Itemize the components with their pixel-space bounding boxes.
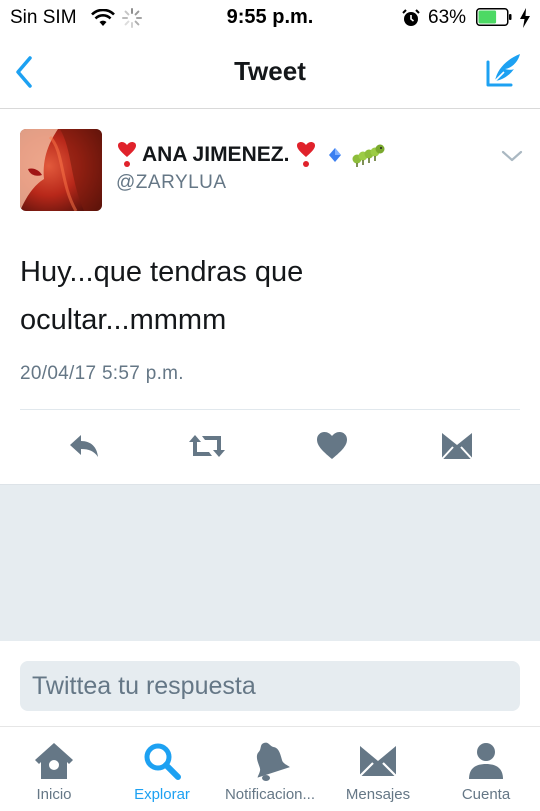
tab-messages[interactable]: Mensajes: [324, 727, 432, 811]
reply-bar: [0, 641, 540, 726]
tab-label: Cuenta: [461, 786, 511, 803]
tab-explore[interactable]: Explorar: [108, 727, 216, 811]
charging-bolt-icon: [520, 8, 530, 28]
envelope-icon: [359, 746, 397, 777]
retweet-button[interactable]: [187, 428, 227, 464]
tweet-options-button[interactable]: [499, 146, 525, 166]
direct-message-button[interactable]: [437, 428, 477, 464]
battery-percent: 63%: [428, 7, 467, 28]
tweet-timestamp: 20/04/17 5:57 p.m.: [20, 363, 184, 384]
chevron-down-icon: [501, 150, 523, 162]
envelope-icon: [441, 433, 473, 460]
profile-photo: [20, 129, 102, 211]
tweet-text-line: Huy...que tendras que: [20, 256, 304, 288]
tab-account[interactable]: Cuenta: [432, 727, 540, 811]
tab-label: Mensajes: [345, 786, 411, 803]
tab-label: Notificacion...: [224, 786, 316, 803]
compose-tweet-button[interactable]: [484, 50, 524, 90]
bell-icon: [256, 742, 290, 781]
reply-icon: [70, 435, 98, 457]
reply-input[interactable]: [20, 661, 520, 711]
status-bar: Sin SIM 9:55 p.m. 63%: [0, 0, 540, 36]
empty-replies-area: [0, 484, 540, 642]
author-display-name[interactable]: ANA JIMENEZ.: [116, 140, 385, 170]
tweet-text: Huy...que tendras que ocultar...mmmm: [20, 248, 520, 344]
alarm-icon: [402, 9, 420, 26]
retweet-icon: [189, 435, 225, 457]
tweet-text-line: ocultar...mmmm: [20, 304, 227, 336]
tab-home[interactable]: Inicio: [0, 727, 108, 811]
tab-label: Explorar: [134, 786, 190, 803]
avatar[interactable]: [20, 129, 102, 211]
person-icon: [469, 743, 503, 779]
search-icon: [144, 743, 181, 780]
reply-button[interactable]: [64, 428, 104, 464]
author-handle[interactable]: @ZARYLUA: [116, 172, 227, 194]
blue-diamond-emoji-icon: [329, 148, 342, 162]
heart-exclamation-emoji-icon: [118, 142, 136, 167]
divider: [20, 409, 520, 410]
heart-icon: [317, 432, 347, 459]
tab-notifications[interactable]: Notificacion...: [216, 727, 324, 811]
home-icon: [35, 743, 73, 779]
caterpillar-emoji-icon: [352, 144, 385, 167]
author-name-text: ANA JIMENEZ.: [142, 143, 290, 166]
tab-bar: Inicio Explorar Notificacion... Mensajes…: [0, 726, 540, 811]
like-button[interactable]: [312, 428, 352, 464]
heart-exclamation-emoji-icon: [297, 142, 316, 167]
page-title: Tweet: [234, 56, 306, 86]
compose-icon: [486, 54, 520, 87]
nav-bar: Tweet: [0, 36, 540, 109]
battery-icon: [476, 8, 512, 26]
tab-label: Inicio: [36, 786, 72, 803]
